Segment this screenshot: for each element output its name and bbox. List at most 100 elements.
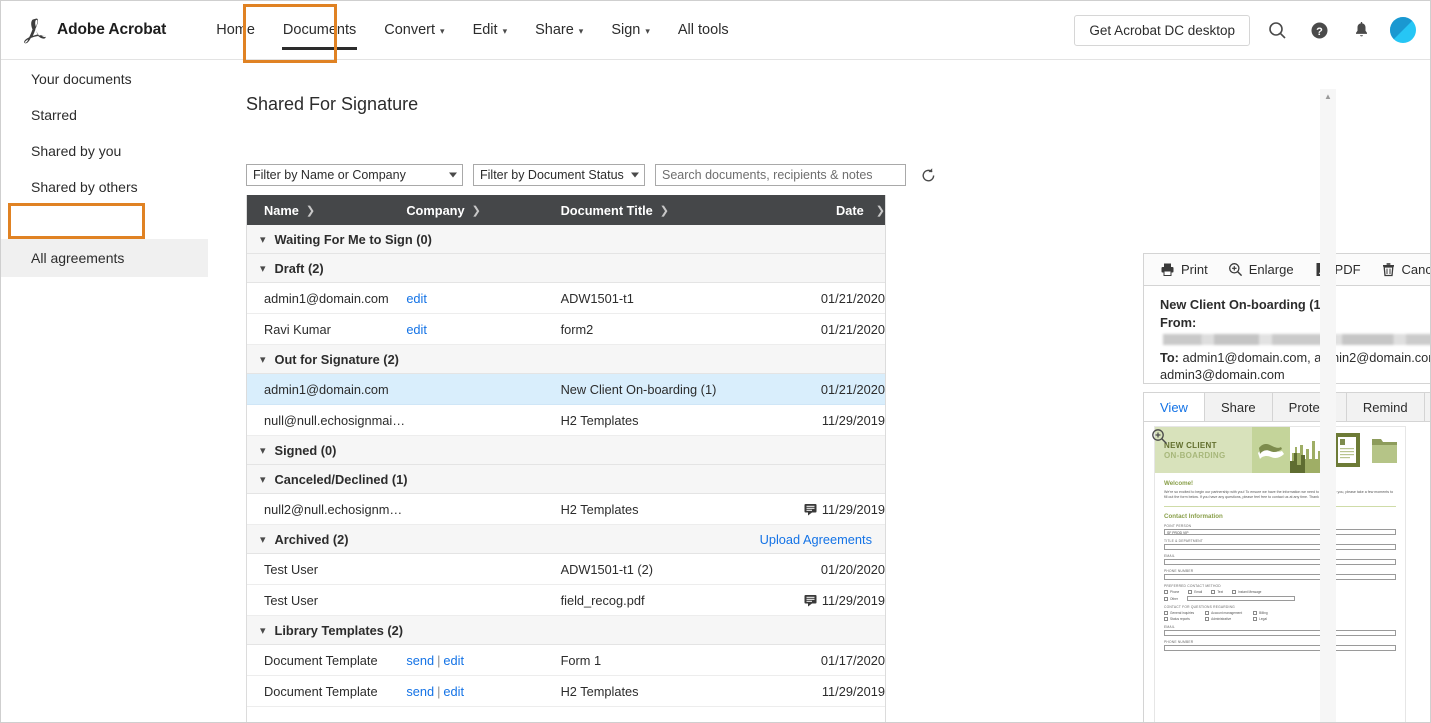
print-button[interactable]: Print [1160,262,1208,277]
table-row[interactable]: Test User field_recog.pdf 11/29/2019 [247,585,885,616]
sidebar-item-starred[interactable]: Starred [1,97,241,133]
agreement-title: New Client On-boarding (1) [1160,297,1325,312]
checkbox-billing[interactable]: Billing [1253,611,1268,616]
pdf-label: PDF [1334,262,1361,277]
checkbox-icon [1253,611,1258,616]
field-point-person[interactable]: SF PROD VIP [1164,529,1396,536]
avatar[interactable] [1390,17,1416,43]
checkbox-icon [1164,611,1168,616]
column-header-name[interactable]: Name ❯ [247,203,406,218]
cell-date-value: 01/21/2020 [820,290,885,306]
field-other-text[interactable] [1186,596,1295,602]
search-input[interactable] [655,164,906,186]
column-header-company[interactable]: Company ❯ [406,203,560,218]
refresh-icon[interactable] [918,165,938,185]
nav-item-share[interactable]: Share ▾ [521,1,597,60]
table-row[interactable]: Ravi Kumar edit form2 01/21/2020 [247,314,885,345]
notifications-icon[interactable] [1346,15,1376,45]
footer-field-email[interactable] [1164,630,1396,637]
row-action-edit[interactable]: edit [443,653,464,668]
questions-column-1: General inquiries Status reports [1164,611,1194,622]
chevron-down-icon: ▾ [260,233,266,246]
tab-view[interactable]: View [1143,392,1205,421]
group-row[interactable]: ▾ Out for Signature (2) [247,345,885,374]
nav-item-all-tools[interactable]: All tools [664,1,743,60]
footer-field-phone-number[interactable] [1164,645,1396,652]
document-thumbnail[interactable]: NEW CLIENT ON-BOARDING Welcome! We're so… [1154,426,1406,722]
document-body: Welcome! We're so excited to begin our p… [1155,473,1405,652]
nav-item-convert[interactable]: Convert ▾ [370,1,458,60]
help-icon[interactable]: ? [1304,15,1334,45]
cell-date-value: 01/17/2020 [820,652,885,668]
nav-item-documents[interactable]: Documents [269,1,370,60]
tab-share[interactable]: Share [1203,392,1273,421]
filter-name-or-company-select[interactable]: Filter by Name or Company [246,164,463,186]
table-row[interactable]: null@null.echosignmail.c... H2 Templates 1… [247,405,885,436]
nav-item-documents-label: Documents [282,22,357,38]
checkbox-account-management[interactable]: Account management [1205,611,1242,616]
cancel-button[interactable]: Cancel [1381,262,1430,277]
printer-icon [1161,263,1174,276]
magnify-plus-icon[interactable] [1151,428,1168,450]
checkbox-status-reports[interactable]: Status reports [1164,617,1194,622]
group-row[interactable]: ▾ Library Templates (2) [247,616,885,645]
checkbox-phone[interactable]: Phone [1164,590,1179,595]
checkbox-text[interactable]: Text [1211,590,1223,595]
group-row[interactable]: ▾ Canceled/Declined (1) [247,465,885,494]
nav-item-share-label: Share [535,22,574,38]
checkbox-legal[interactable]: Legal [1253,617,1268,622]
tab-remind[interactable]: Remind [1345,392,1425,421]
table-row[interactable]: Document Template send | edit H2 Templates 11… [247,676,885,707]
search-icon[interactable] [1262,15,1292,45]
table-row[interactable]: admin1@domain.com New Client On-boarding … [247,374,885,405]
row-action-send[interactable]: send [406,684,434,699]
sidebar-item-your-documents[interactable]: Your documents [1,61,241,97]
checkbox-icon [1232,590,1237,595]
filter-document-status-select[interactable]: Filter by Document Status [473,164,645,186]
action-separator: | [437,652,441,668]
nav-item-edit[interactable]: Edit ▾ [459,1,522,60]
field-phone-number[interactable] [1164,574,1396,581]
redacted-sender-value [1163,334,1430,345]
welcome-body: We're so excited to begin our partnershi… [1164,490,1394,500]
agreement-metadata: New Client On-boarding (1) From: To: adm… [1143,286,1430,384]
row-action-edit[interactable]: edit [406,322,427,337]
checkbox-administrative[interactable]: Administrative [1205,617,1242,622]
get-acrobat-desktop-button[interactable]: Get Acrobat DC desktop [1074,14,1250,46]
cell-document-title: New Client On-boarding (1) [560,381,717,397]
column-header-date[interactable]: Date ❯ [789,203,885,218]
acrobat-logo-icon [24,18,46,44]
sidebar-item-all-agreements[interactable]: All agreements [1,239,208,277]
tab-history[interactable]: History [1423,392,1430,421]
group-row[interactable]: ▾ Archived (2) Upload Agreements [247,525,885,554]
upload-agreements-link[interactable]: Upload Agreements [760,532,872,547]
chevron-right-icon: ❯ [875,204,885,217]
chevron-right-icon: ❯ [305,204,316,217]
sidebar-item-shared-by-others[interactable]: Shared by others [1,169,241,205]
nav-item-home[interactable]: Home [202,1,269,60]
checkbox-email[interactable]: Email [1188,590,1202,595]
table-row[interactable]: Test User ADW1501-t1 (2) 01/20/2020 [247,554,885,585]
group-row[interactable]: ▾ Waiting For Me to Sign (0) [247,225,885,254]
checkbox-instant-message[interactable]: Instant Message [1232,590,1261,595]
group-row[interactable]: ▾ Draft (2) [247,254,885,283]
sidebar-item-shared-by-you[interactable]: Shared by you [1,133,241,169]
table-row[interactable]: admin1@domain.com edit ADW1501-t1 01/21/202… [247,283,885,314]
group-row[interactable]: ▾ Signed (0) [247,436,885,465]
row-action-edit[interactable]: edit [443,684,464,699]
nav-item-sign[interactable]: Sign ▾ [597,1,664,60]
table-row[interactable]: Document Template send | edit Form 1 01/17/20… [247,645,885,676]
checkbox-other[interactable]: Other [1164,596,1178,601]
scroll-up-icon[interactable]: ▲ [1320,89,1336,103]
enlarge-button[interactable]: Enlarge [1228,262,1294,277]
row-action-send[interactable]: send [406,653,434,668]
brand[interactable]: Adobe Acrobat [19,15,166,45]
table-row[interactable]: null2@null.echosignmail... H2 Templates 11… [247,494,885,525]
field-title-department[interactable] [1164,544,1396,551]
row-action-edit[interactable]: edit [406,291,427,306]
page-scrollbar[interactable]: ▲ [1320,89,1336,722]
field-email[interactable] [1164,559,1396,566]
column-header-document-title[interactable]: Document Title ❯ [561,203,790,218]
cell-name: Ravi Kumar [264,321,331,337]
checkbox-general-inquiries[interactable]: General inquiries [1164,611,1194,616]
